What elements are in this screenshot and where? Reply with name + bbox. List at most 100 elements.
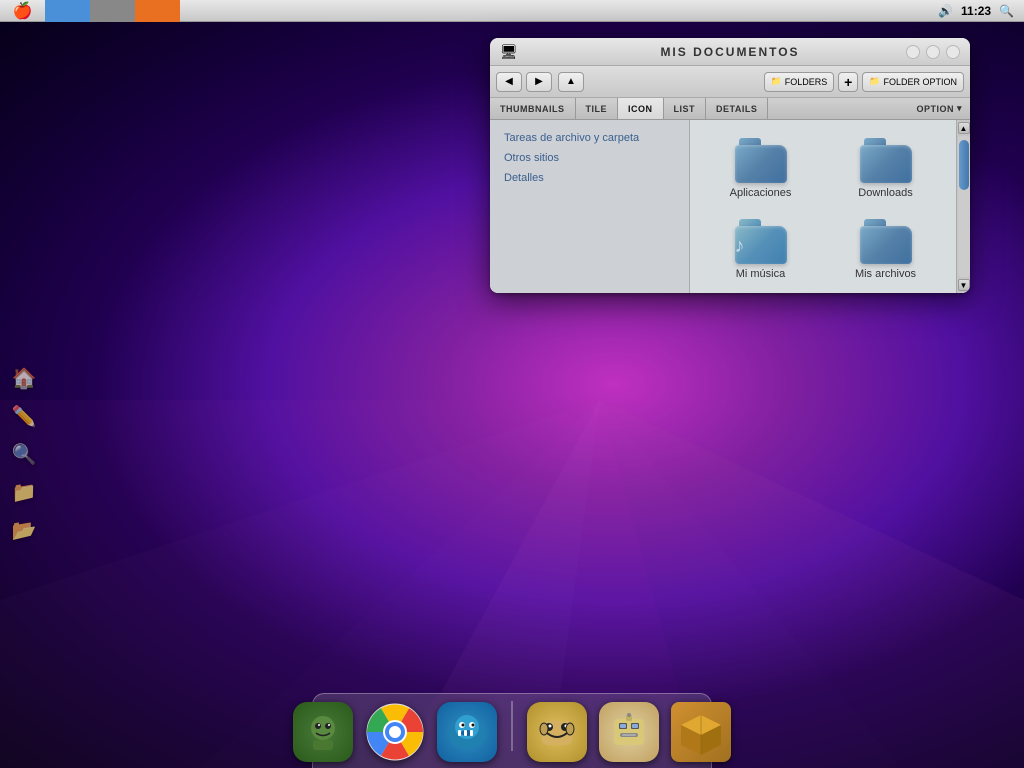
dock-separator	[511, 701, 513, 751]
menubar: 🍎 🔊 11:23 🔍	[0, 0, 1024, 22]
dock-app-headphone[interactable]	[525, 700, 589, 764]
dock-app-fish[interactable]	[435, 700, 499, 764]
dock-app-chrome[interactable]	[363, 700, 427, 764]
folders-label: FOLDERS	[785, 77, 828, 87]
sidebar-item-tasks-label: Tareas de archivo y carpeta	[504, 132, 639, 144]
sidebar-dock-icon-folder[interactable]: 📁	[8, 476, 40, 508]
folder-option-icon: 📁	[869, 76, 880, 87]
up-icon: ▲	[566, 76, 576, 87]
menubar-btn-gray[interactable]	[90, 0, 135, 22]
sidebar-dock-icon-search[interactable]: 🔍	[8, 438, 40, 470]
sound-icon: 🔊	[938, 4, 953, 18]
dock-app-zombie[interactable]	[291, 700, 355, 764]
folder-option-label: FOLDER OPTION	[883, 77, 957, 87]
file-label-mis-archivos: Mis archivos	[855, 268, 916, 280]
folder-tab	[864, 138, 886, 145]
folders-button[interactable]: 📁 FOLDERS	[764, 72, 835, 92]
menubar-left: 🍎	[0, 0, 180, 22]
sidebar-item-others-label: Otros sitios	[504, 152, 559, 164]
folder-icon-mi-musica: ♪	[735, 219, 787, 264]
up-button[interactable]: ▲	[558, 72, 584, 92]
scroll-up-arrow[interactable]: ▲	[958, 122, 970, 134]
scroll-thumb[interactable]	[959, 140, 969, 190]
dock-app-robot[interactable]	[597, 700, 661, 764]
zombie-icon	[293, 702, 353, 762]
file-item-aplicaciones[interactable]: Aplicaciones	[702, 132, 819, 205]
window-title: Mis documentos	[660, 45, 799, 59]
folder-body	[860, 226, 912, 264]
file-item-mi-musica[interactable]: ♪ Mi música	[702, 213, 819, 286]
folder-tab	[864, 219, 886, 226]
scroll-track[interactable]	[958, 136, 970, 277]
folder-option-button[interactable]: 📁 FOLDER OPTION	[862, 72, 964, 92]
option-dropdown[interactable]: OPTION ▾	[908, 98, 970, 119]
folder-body	[735, 145, 787, 183]
apple-menu[interactable]: 🍎	[0, 0, 45, 22]
chrome-icon	[365, 702, 425, 762]
sidebar-item-details[interactable]: Detalles	[490, 168, 689, 188]
forward-button[interactable]: ▶	[526, 72, 552, 92]
folder-icon-downloads	[860, 138, 912, 183]
bottom-dock	[291, 688, 733, 768]
apple-icon: 🍎	[13, 1, 33, 21]
back-button[interactable]: ◀	[496, 72, 522, 92]
plus-icon: +	[844, 74, 852, 90]
close-button[interactable]	[906, 45, 920, 59]
tab-list[interactable]: LIST	[664, 98, 707, 119]
chevron-down-icon: ▾	[957, 103, 962, 114]
tab-tile[interactable]: TILE	[576, 98, 619, 119]
file-grid-area: Aplicaciones Downloads	[690, 120, 956, 293]
file-item-downloads[interactable]: Downloads	[827, 132, 944, 205]
sidebar-dock: 🏠 ✏️ 🔍 📁 📂	[0, 22, 48, 768]
menubar-right: 🔊 11:23 🔍	[938, 4, 1024, 18]
forward-icon: ▶	[535, 76, 543, 87]
window-icon: 🖥	[500, 43, 518, 60]
window-titlebar[interactable]: 🖥 Mis documentos	[490, 38, 970, 66]
file-sidebar: Tareas de archivo y carpeta Otros sitios…	[490, 120, 690, 293]
view-tabs-bar: THUMBNAILS TILE ICON LIST DETAILS OPTION…	[490, 98, 970, 120]
scrollbar[interactable]: ▲ ▼	[956, 120, 970, 293]
headphone-icon	[527, 702, 587, 762]
menubar-btn-blue[interactable]	[45, 0, 90, 22]
sidebar-dock-icon-files[interactable]: 📂	[8, 514, 40, 546]
window-content: Tareas de archivo y carpeta Otros sitios…	[490, 120, 970, 293]
file-manager-window: 🖥 Mis documentos ◀ ▶ ▲ 📁 FOLDERS	[490, 38, 970, 293]
file-label-mi-musica: Mi música	[736, 268, 786, 280]
tab-thumbnails[interactable]: THUMBNAILS	[490, 98, 576, 119]
folder-body: ♪	[735, 226, 787, 264]
folder-tab	[739, 138, 761, 145]
folder-icon-mis-archivos	[860, 219, 912, 264]
folder-tab	[739, 219, 761, 226]
add-button[interactable]: +	[838, 72, 858, 92]
back-icon: ◀	[505, 76, 513, 87]
dock-app-box[interactable]	[669, 700, 733, 764]
sidebar-item-others[interactable]: Otros sitios	[490, 148, 689, 168]
file-grid: Aplicaciones Downloads	[690, 120, 956, 293]
music-note-icon: ♪	[735, 235, 745, 258]
folder-icon-aplicaciones	[735, 138, 787, 183]
maximize-button[interactable]	[946, 45, 960, 59]
box-icon	[671, 702, 731, 762]
sidebar-dock-icon-home[interactable]: 🏠	[8, 362, 40, 394]
file-item-mis-archivos[interactable]: Mis archivos	[827, 213, 944, 286]
window-controls	[906, 45, 960, 59]
clock: 11:23	[961, 4, 991, 18]
sidebar-dock-icon-pencil[interactable]: ✏️	[8, 400, 40, 432]
sidebar-item-details-label: Detalles	[504, 172, 544, 184]
folder-body	[860, 145, 912, 183]
menubar-btn-orange[interactable]	[135, 0, 180, 22]
sidebar-item-tasks[interactable]: Tareas de archivo y carpeta	[490, 128, 689, 148]
folders-icon: 📁	[771, 76, 782, 87]
search-icon[interactable]: 🔍	[999, 4, 1014, 18]
robot-icon	[599, 702, 659, 762]
minimize-button[interactable]	[926, 45, 940, 59]
tab-icon[interactable]: ICON	[618, 98, 664, 119]
file-label-aplicaciones: Aplicaciones	[730, 187, 792, 199]
desktop: 🍎 🔊 11:23 🔍 🏠 ✏️ 🔍 📁 📂 🖥 Mis documentos	[0, 0, 1024, 768]
option-label: OPTION	[916, 104, 954, 114]
fish-icon	[437, 702, 497, 762]
window-toolbar: ◀ ▶ ▲ 📁 FOLDERS + 📁 FOLDER OPTION	[490, 66, 970, 98]
tab-details[interactable]: DETAILS	[706, 98, 768, 119]
file-label-downloads: Downloads	[858, 187, 912, 199]
scroll-down-arrow[interactable]: ▼	[958, 279, 970, 291]
